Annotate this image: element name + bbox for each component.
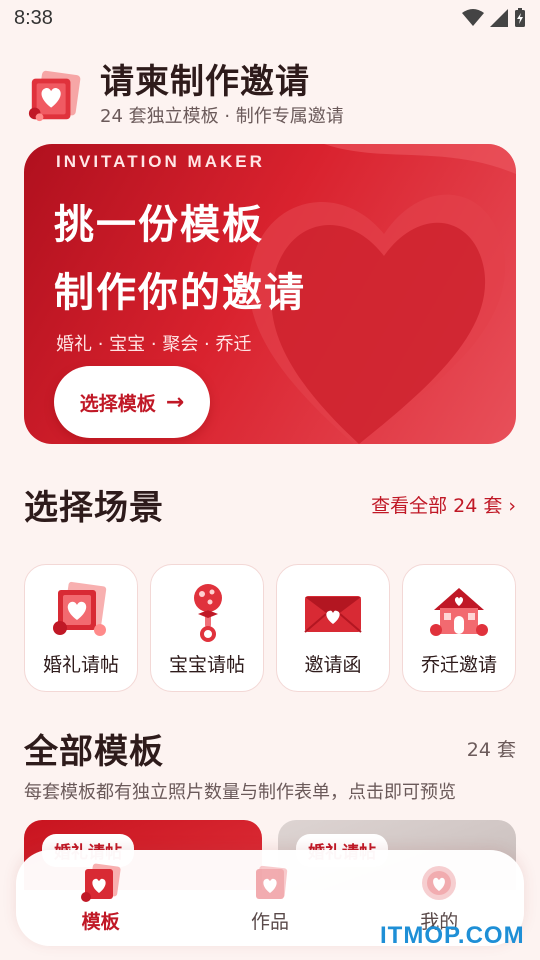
hero-banner[interactable]: INVITATION MAKER 挑一份模板 制作你的邀请 婚礼 · 宝宝 · … bbox=[24, 144, 516, 444]
scene-label: 乔迁邀请 bbox=[420, 653, 497, 676]
hero-headline-2: 制作你的邀请 bbox=[54, 270, 306, 316]
scene-card-housewarming[interactable]: 乔迁邀请 bbox=[402, 564, 516, 692]
templates-description: 每套模板都有独立照片数量与制作表单，点击即可预览 bbox=[24, 782, 456, 803]
tab-works[interactable]: 作品 bbox=[205, 863, 335, 934]
scenes-section-header: 选择场景 查看全部 24 套 › bbox=[24, 480, 516, 529]
app-header: 请柬制作邀请 24 套独立模板 · 制作专属邀请 bbox=[26, 60, 516, 132]
envelope-icon bbox=[304, 595, 362, 633]
profile-icon bbox=[422, 865, 457, 900]
tab-label: 模板 bbox=[81, 910, 120, 933]
templates-count: 24 套 bbox=[466, 739, 516, 761]
baby-rattle-icon bbox=[194, 583, 222, 642]
status-icons bbox=[462, 8, 526, 28]
signal-icon bbox=[490, 9, 508, 27]
scene-card-wedding[interactable]: 婚礼请帖 bbox=[24, 564, 138, 692]
scene-label: 宝宝请帖 bbox=[168, 653, 245, 676]
watermark: ITMOP.COM bbox=[380, 922, 525, 949]
status-bar: 8:38 bbox=[0, 0, 540, 36]
tab-label: 作品 bbox=[250, 910, 289, 933]
app-title: 请柬制作邀请 bbox=[100, 62, 310, 102]
view-all-link[interactable]: 查看全部 24 套 › bbox=[371, 491, 516, 518]
scene-card-invitation[interactable]: 邀请函 bbox=[276, 564, 390, 692]
battery-icon bbox=[515, 8, 525, 27]
choose-template-button[interactable]: 选择模板 → bbox=[54, 366, 210, 438]
works-icon bbox=[255, 865, 288, 899]
hero-headline-1: 挑一份模板 bbox=[54, 202, 264, 248]
templates-section-title: 全部模板 bbox=[24, 732, 164, 772]
choose-template-label: 选择模板 bbox=[79, 392, 156, 415]
house-icon bbox=[430, 587, 488, 636]
hero-tag: INVITATION MAKER bbox=[56, 152, 265, 171]
scenes-section-title: 选择场景 bbox=[24, 488, 164, 528]
scene-label: 婚礼请帖 bbox=[42, 653, 119, 676]
app-subtitle: 24 套独立模板 · 制作专属邀请 bbox=[100, 106, 344, 127]
template-icon bbox=[80, 863, 121, 902]
templates-section-header: 全部模板 24 套 bbox=[24, 724, 516, 773]
arrow-right-icon: → bbox=[165, 389, 185, 415]
app-header-text: 请柬制作邀请 24 套独立模板 · 制作专属邀请 bbox=[100, 62, 344, 130]
scene-list: 婚礼请帖 宝宝请帖 邀请函 乔迁邀请 bbox=[24, 564, 516, 694]
wedding-card-icon bbox=[53, 581, 107, 636]
wifi-icon bbox=[462, 9, 484, 26]
scene-card-baby[interactable]: 宝宝请帖 bbox=[150, 564, 264, 692]
app-logo-icon bbox=[28, 70, 81, 122]
tab-templates[interactable]: 模板 bbox=[36, 863, 166, 934]
hero-scene-tags: 婚礼 · 宝宝 · 聚会 · 乔迁 bbox=[56, 334, 252, 355]
scene-label: 邀请函 bbox=[304, 653, 362, 676]
status-time: 8:38 bbox=[14, 6, 53, 29]
